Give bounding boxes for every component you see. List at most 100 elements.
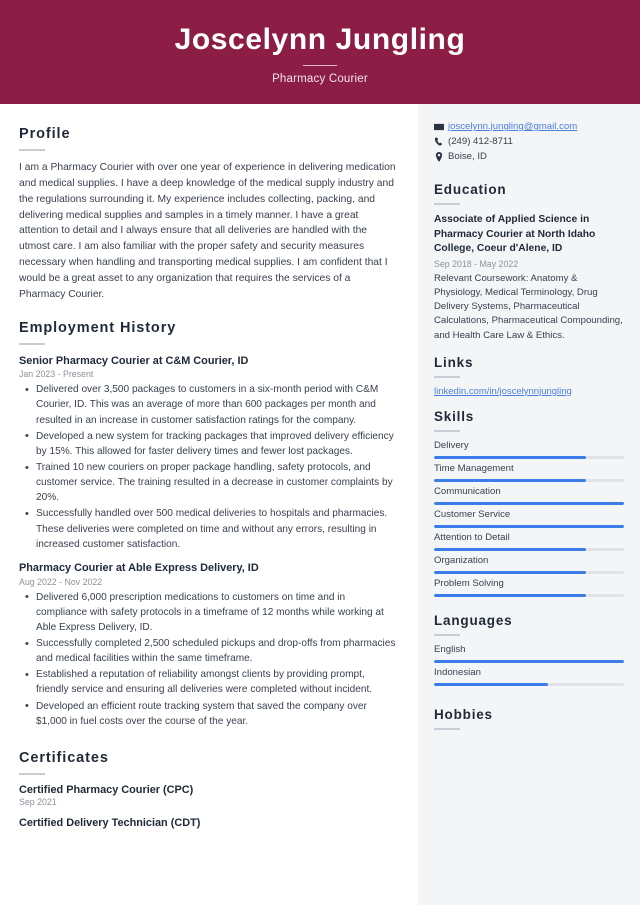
- skill-label: Customer Service: [434, 508, 511, 520]
- skill-item: Customer Service: [434, 509, 624, 528]
- skill-bar-track: [434, 524, 624, 528]
- job-entry: Senior Pharmacy Courier at C&M Courier, …: [19, 354, 396, 552]
- skill-bar-fill: [434, 547, 586, 551]
- language-bar-fill: [434, 682, 548, 686]
- job-title: Pharmacy Courier at Able Express Deliver…: [19, 561, 259, 574]
- skill-bar-fill: [434, 524, 624, 528]
- profile-text: I am a Pharmacy Courier with over one ye…: [19, 162, 396, 300]
- skill-item: Problem Solving: [434, 578, 624, 597]
- certificate-date: Sep 2021: [19, 796, 57, 807]
- job-bullet: Successfully handled over 500 medical de…: [19, 506, 396, 551]
- resume-page: Joscelynn Jungling Pharmacy Courier Prof…: [0, 0, 640, 905]
- email-link[interactable]: joscelynn.jungling@gmail.com: [448, 121, 577, 132]
- skill-item: Communication: [434, 486, 624, 505]
- job-bullet: Established a reputation of reliability …: [19, 667, 396, 697]
- skill-bar-track: [434, 593, 624, 597]
- location-text: Boise, ID: [448, 151, 487, 162]
- education-description: Relevant Coursework: Anatomy & Physiolog…: [434, 272, 623, 341]
- phone-icon: [434, 137, 448, 147]
- skill-label: Organization: [434, 554, 489, 566]
- certificate-title: Certified Delivery Technician (CDT): [19, 816, 201, 829]
- section-divider: [434, 633, 460, 636]
- skills-heading: Skills: [434, 408, 475, 424]
- job-bullet: Delivered over 3,500 packages to custome…: [19, 382, 396, 427]
- profile-heading: Profile: [19, 126, 71, 142]
- skill-bar-fill: [434, 501, 624, 505]
- job-date: Jan 2023 - Present: [19, 369, 94, 380]
- certificate-title: Certified Pharmacy Courier (CPC): [19, 783, 194, 796]
- skill-bar-track: [434, 478, 624, 482]
- job-bullets: Delivered over 3,500 packages to custome…: [19, 382, 396, 552]
- job-date: Aug 2022 - Nov 2022: [19, 576, 103, 587]
- contact-phone-row: (249) 412-8711: [434, 136, 624, 147]
- hobbies-heading: Hobbies: [434, 706, 493, 722]
- job-title: Senior Pharmacy Courier at C&M Courier, …: [19, 354, 249, 367]
- skill-bar-fill: [434, 478, 586, 482]
- employment-heading: Employment History: [19, 319, 177, 336]
- envelope-icon: [434, 122, 448, 132]
- skill-bar-track: [434, 547, 624, 551]
- contact-email-row: joscelynn.jungling@gmail.com: [434, 121, 624, 132]
- section-divider: [434, 203, 460, 205]
- location-pin-icon: [434, 151, 448, 162]
- job-bullet: Trained 10 new couriers on proper packag…: [19, 460, 396, 505]
- skill-label: Problem Solving: [434, 577, 504, 589]
- education-heading: Education: [434, 182, 507, 197]
- job-bullet: Developed an efficient route tracking sy…: [19, 698, 396, 729]
- section-divider: [434, 375, 460, 378]
- language-item: English: [434, 644, 624, 663]
- skill-item: Attention to Detail: [434, 532, 624, 551]
- skill-label: Time Management: [434, 462, 514, 474]
- section-divider: [434, 429, 460, 432]
- skill-item: Organization: [434, 555, 624, 574]
- profile-section: Profile I am a Pharmacy Courier with ove…: [19, 126, 396, 303]
- skill-label: Attention to Detail: [434, 531, 510, 543]
- section-divider: [19, 149, 45, 151]
- skill-bar-fill: [434, 593, 586, 597]
- skill-bar-fill: [434, 570, 586, 574]
- certificates-section: Certificates Certified Pharmacy Courier …: [19, 750, 396, 829]
- candidate-job-title: Pharmacy Courier: [272, 73, 368, 85]
- resume-header: Joscelynn Jungling Pharmacy Courier: [0, 0, 640, 104]
- language-bar-track: [434, 682, 624, 686]
- resume-body: Profile I am a Pharmacy Courier with ove…: [0, 104, 640, 905]
- languages-section: Languages English Indonesian: [434, 613, 624, 686]
- education-section: Education Associate of Applied Science i…: [434, 182, 624, 343]
- skill-label: Delivery: [434, 439, 469, 451]
- education-entry: Associate of Applied Science in Pharmacy…: [434, 213, 624, 343]
- section-divider: [19, 342, 45, 345]
- sidebar-column: joscelynn.jungling@gmail.com (249) 412-8…: [418, 104, 640, 905]
- skills-section: Skills Delivery Time Management Communic…: [434, 409, 624, 597]
- certificate-entry: Certified Delivery Technician (CDT): [19, 817, 396, 829]
- education-title: Associate of Applied Science in Pharmacy…: [434, 214, 596, 255]
- language-bar-fill: [434, 659, 624, 663]
- skill-bar-track: [434, 570, 624, 574]
- job-bullet: Developed a new system for tracking pack…: [19, 428, 396, 459]
- section-divider: [434, 727, 460, 730]
- education-date: Sep 2018 - May 2022: [434, 258, 519, 269]
- language-item: Indonesian: [434, 667, 624, 686]
- skill-item: Delivery: [434, 440, 624, 459]
- header-divider: [303, 65, 337, 66]
- phone-number: (249) 412-8711: [448, 136, 513, 147]
- skill-item: Time Management: [434, 463, 624, 482]
- skill-label: Communication: [434, 485, 501, 497]
- skill-bar-track: [434, 455, 624, 459]
- contact-location-row: Boise, ID: [434, 151, 624, 162]
- language-label: English: [434, 643, 466, 655]
- section-divider: [19, 772, 45, 775]
- skill-bar-fill: [434, 455, 586, 459]
- contact-list: joscelynn.jungling@gmail.com (249) 412-8…: [434, 121, 624, 162]
- certificates-heading: Certificates: [19, 749, 109, 766]
- job-bullets: Delivered 6,000 prescription medications…: [19, 589, 396, 729]
- certificate-entry: Certified Pharmacy Courier (CPC) Sep 202…: [19, 784, 396, 807]
- links-section: Links linkedin.com/in/joscelynnjungling: [434, 355, 624, 397]
- linkedin-link[interactable]: linkedin.com/in/joscelynnjungling: [434, 386, 624, 397]
- skill-bar-track: [434, 501, 624, 505]
- languages-heading: Languages: [434, 612, 513, 628]
- language-label: Indonesian: [434, 666, 481, 678]
